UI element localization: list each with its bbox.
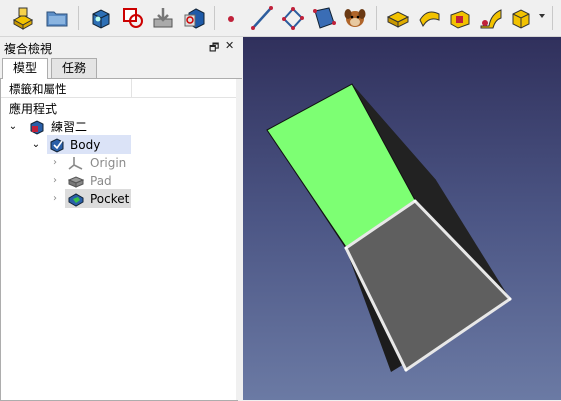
additive-primitive-icon[interactable] [508, 5, 534, 31]
origin-axes-icon [68, 155, 84, 171]
tab-model[interactable]: 模型 [2, 58, 49, 79]
3d-view[interactable] [243, 37, 561, 400]
tree-root-label: 應用程式 [9, 102, 58, 116]
datum-line-icon[interactable] [249, 5, 275, 31]
pad-feature-icon [67, 173, 85, 189]
shape-binder-icon[interactable] [342, 5, 368, 31]
datum-plane-icon[interactable] [280, 5, 306, 31]
chevron-down-icon[interactable]: ⌄ [31, 136, 41, 154]
tree-item-document-label: 練習二 [51, 120, 88, 134]
tree-item-pad-label: Pad [90, 174, 112, 188]
panel-splitter[interactable] [236, 79, 242, 400]
additive-loft-icon[interactable] [447, 5, 473, 31]
toolbar-overflow-arrow-icon[interactable] [539, 14, 545, 18]
tree-item-pad[interactable]: › Pad [1, 172, 237, 190]
close-panel-icon[interactable]: ✕ [225, 39, 234, 52]
tree-view: 標籤和屬性 應用程式 ⌄ 練習二 ⌄ Body › Origin › Pad ›… [0, 79, 238, 401]
tree-root-application: 應用程式 [9, 100, 229, 118]
document-icon [29, 119, 45, 135]
toolbar [0, 0, 561, 37]
tree-item-pocket-label: Pocket [90, 192, 130, 206]
open-folder-icon[interactable] [44, 5, 70, 31]
revolution-icon[interactable] [416, 5, 442, 31]
subshape-binder-icon[interactable] [120, 5, 146, 31]
tree-item-origin[interactable]: › Origin [1, 154, 237, 172]
tree-header: 標籤和屬性 [1, 79, 237, 98]
create-body-icon[interactable] [10, 5, 36, 31]
float-panel-icon[interactable]: 🗗 [209, 39, 219, 58]
clone-icon[interactable] [182, 5, 208, 31]
combo-view-title: 複合檢視 [4, 42, 53, 56]
combo-view-tabs: 模型 任務 [0, 58, 242, 79]
chevron-right-icon[interactable]: › [50, 172, 60, 190]
create-part-icon[interactable] [88, 5, 114, 31]
pocket-feature-icon [68, 191, 84, 207]
3d-model [266, 83, 512, 372]
local-coordinate-icon[interactable] [311, 5, 337, 31]
tree-item-origin-label: Origin [90, 156, 127, 170]
import-icon[interactable] [150, 5, 176, 31]
pad-icon[interactable] [385, 5, 411, 31]
tree-header-label: 標籤和屬性 [9, 82, 67, 96]
tree-item-body-label: Body [70, 138, 101, 152]
chevron-right-icon[interactable]: › [50, 154, 60, 172]
tree-item-document[interactable]: ⌄ 練習二 [1, 118, 237, 136]
tree-item-pocket[interactable]: › Pocket [1, 189, 237, 208]
combo-view-panel: 複合檢視 🗗 ✕ 模型 任務 標籤和屬性 應用程式 ⌄ 練習二 ⌄ Body ›… [0, 37, 242, 401]
tab-tasks[interactable]: 任務 [51, 58, 98, 78]
tree-item-body[interactable]: ⌄ Body [1, 135, 237, 154]
chevron-down-icon[interactable]: ⌄ [8, 118, 18, 136]
chevron-right-icon[interactable]: › [50, 190, 60, 208]
body-icon [49, 137, 65, 153]
datum-point-icon[interactable] [218, 5, 244, 31]
additive-pipe-icon[interactable] [478, 5, 504, 31]
